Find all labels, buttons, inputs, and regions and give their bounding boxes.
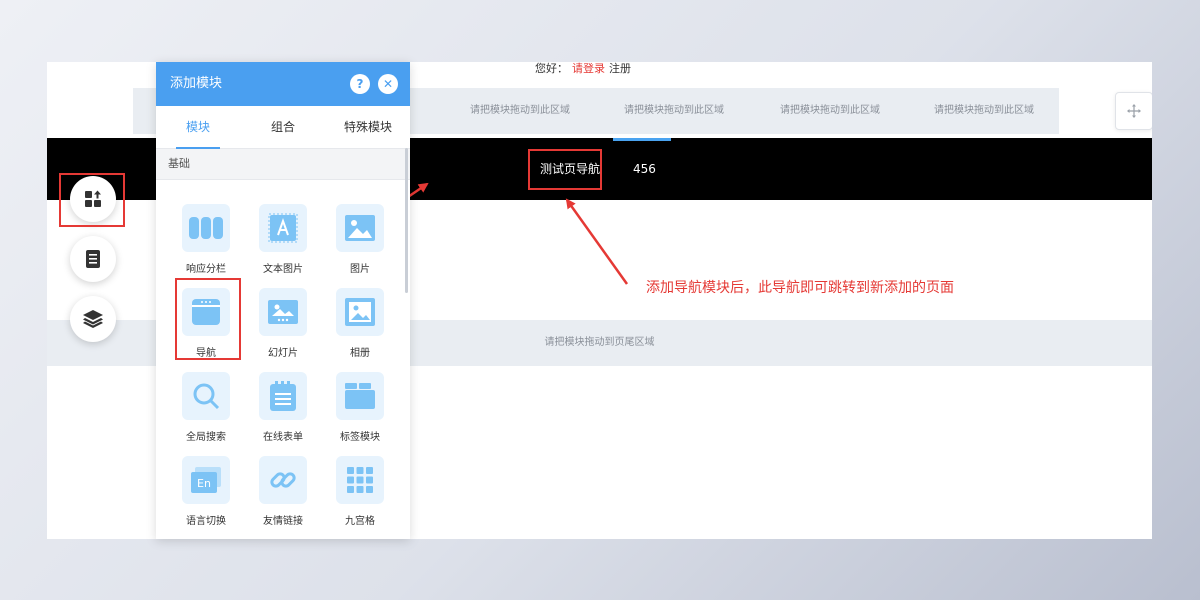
search-icon bbox=[182, 372, 230, 420]
panel-scrollbar[interactable] bbox=[405, 148, 408, 293]
module-tile-columns[interactable]: 响应分栏 bbox=[167, 196, 245, 276]
module-tile-slideshow[interactable]: 幻灯片 bbox=[244, 280, 322, 360]
annotation-text: 添加导航模块后，此导航即可跳转到新添加的页面 bbox=[646, 280, 954, 296]
module-tile-tabs[interactable]: 标签模块 bbox=[321, 364, 399, 444]
move-icon bbox=[1127, 104, 1141, 118]
tab-modules[interactable]: 模块 bbox=[156, 106, 240, 148]
highlight-box-nav-module bbox=[175, 278, 241, 360]
module-label: 语言切换 bbox=[186, 516, 226, 527]
panel-title: 添加模块 bbox=[170, 76, 223, 91]
arrow-to-nav-item bbox=[565, 198, 629, 285]
highlight-box-add-module bbox=[59, 173, 125, 227]
module-tile-friend-links[interactable]: 友情链接 bbox=[244, 448, 322, 528]
header-drop-zone[interactable]: 请把模块拖动到此区域 bbox=[445, 88, 595, 134]
tab-special-modules[interactable]: 特殊模块 bbox=[326, 106, 410, 148]
module-tile-online-form[interactable]: 在线表单 bbox=[244, 364, 322, 444]
module-label: 全局搜索 bbox=[186, 432, 226, 443]
module-tile-image[interactable]: 图片 bbox=[321, 196, 399, 276]
image-icon bbox=[336, 204, 384, 252]
tab-combos[interactable]: 组合 bbox=[241, 106, 325, 148]
layers-icon bbox=[83, 310, 103, 328]
svg-text:En: En bbox=[197, 477, 211, 490]
login-link[interactable]: 请登录 bbox=[572, 62, 605, 75]
module-label: 相册 bbox=[350, 348, 370, 359]
greeting-bar: 您好： 请登录 注册 bbox=[535, 62, 631, 80]
page-icon bbox=[86, 250, 100, 268]
grid-icon bbox=[336, 456, 384, 504]
module-label: 九宫格 bbox=[345, 516, 375, 527]
module-label: 图片 bbox=[350, 264, 370, 275]
nav-active-indicator bbox=[613, 138, 671, 141]
layers-button[interactable] bbox=[70, 296, 116, 342]
module-label: 在线表单 bbox=[263, 432, 303, 443]
highlight-box-nav-item bbox=[528, 149, 602, 190]
text-image-icon bbox=[259, 204, 307, 252]
help-button[interactable]: ? bbox=[350, 74, 370, 94]
header-drop-zone[interactable]: 请把模块拖动到此区域 bbox=[909, 88, 1059, 134]
module-tile-text-image[interactable]: 文本图片 bbox=[244, 196, 322, 276]
register-link[interactable]: 注册 bbox=[609, 62, 631, 75]
header-drop-zone[interactable]: 请把模块拖动到此区域 bbox=[755, 88, 905, 134]
language-icon: En bbox=[182, 456, 230, 504]
module-label: 幻灯片 bbox=[268, 348, 298, 359]
form-icon bbox=[259, 372, 307, 420]
close-button[interactable]: ✕ bbox=[378, 74, 398, 94]
section-label-basic: 基础 bbox=[156, 149, 410, 180]
module-label: 文本图片 bbox=[263, 264, 303, 275]
columns-icon bbox=[182, 204, 230, 252]
panel-header: 添加模块 ? ✕ bbox=[156, 62, 410, 106]
nav-item-456[interactable]: 456 bbox=[633, 138, 656, 200]
module-tile-language-switch[interactable]: En 语言切换 bbox=[167, 448, 245, 528]
slideshow-icon bbox=[259, 288, 307, 336]
link-icon bbox=[259, 456, 307, 504]
greeting-text: 您好： bbox=[535, 62, 568, 75]
tabs-icon bbox=[336, 372, 384, 420]
module-tile-album[interactable]: 相册 bbox=[321, 280, 399, 360]
module-tile-nine-grid[interactable]: 九宫格 bbox=[321, 448, 399, 528]
module-label: 标签模块 bbox=[340, 432, 380, 443]
active-tab-indicator bbox=[176, 147, 220, 149]
move-handle[interactable] bbox=[1115, 92, 1152, 130]
panel-tabs: 模块 组合 特殊模块 bbox=[156, 106, 410, 149]
module-tile-global-search[interactable]: 全局搜索 bbox=[167, 364, 245, 444]
module-label: 响应分栏 bbox=[186, 264, 226, 275]
page-manage-button[interactable] bbox=[70, 236, 116, 282]
header-drop-zone[interactable]: 请把模块拖动到此区域 bbox=[599, 88, 749, 134]
module-label: 友情链接 bbox=[263, 516, 303, 527]
album-icon bbox=[336, 288, 384, 336]
